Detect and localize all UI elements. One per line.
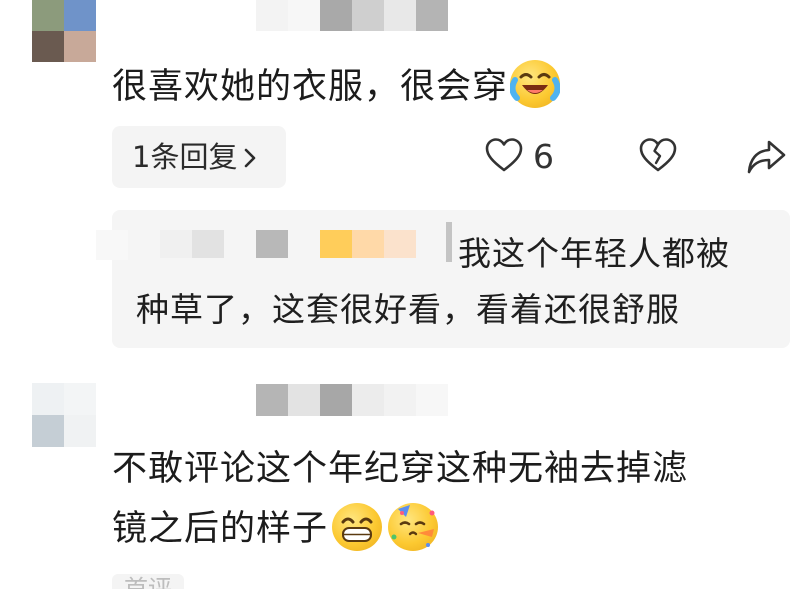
avatar[interactable] (32, 383, 96, 447)
chevron-right-icon (243, 128, 257, 190)
broken-heart-icon (639, 138, 677, 172)
username-blurred[interactable] (256, 384, 448, 416)
username-blurred[interactable] (256, 0, 448, 31)
reply-text-line1: 我这个年轻人都被 (458, 234, 730, 273)
comment-text-line1: 不敢评论这个年纪穿这种无袖去掉滤 (112, 449, 689, 489)
comment-text-line2: 镜之后的样子 (112, 502, 439, 556)
avatar[interactable] (32, 0, 96, 62)
like-button[interactable] (484, 136, 524, 176)
heart-icon (485, 138, 523, 172)
grinning-emoji (332, 503, 383, 551)
party-emoji (388, 503, 439, 551)
share-arrow-icon (747, 140, 786, 174)
view-replies-button[interactable]: 1条回复 (112, 126, 286, 188)
dislike-button[interactable] (638, 136, 678, 176)
reply-username-blurred[interactable] (96, 220, 460, 270)
comment-text: 很喜欢她的衣服，很会穿 (112, 60, 561, 114)
laughing-crying-emoji (510, 60, 561, 108)
share-button[interactable] (745, 136, 787, 178)
like-count: 6 (533, 137, 554, 176)
reply-text-line2: 种草了，这套很好看，看着还很舒服 (136, 290, 680, 329)
truncated-tag[interactable]: 首评 (112, 574, 184, 589)
